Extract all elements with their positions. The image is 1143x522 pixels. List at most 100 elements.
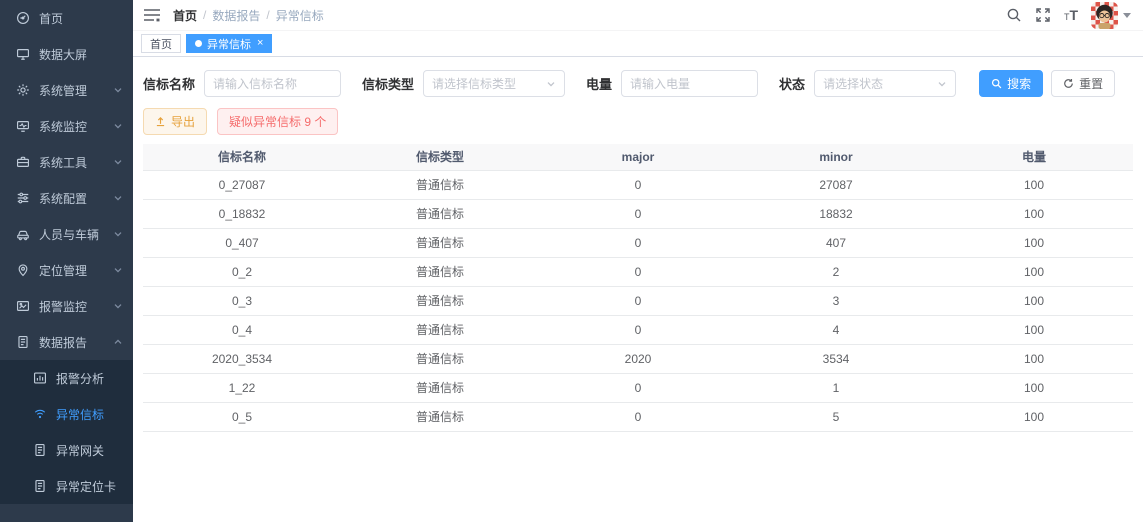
filter-label-battery: 电量: [586, 74, 612, 93]
table-cell: 0_4: [143, 315, 341, 344]
table-cell: 3534: [737, 344, 935, 373]
gear-icon: [15, 83, 30, 98]
sidebar-item-system-management[interactable]: 系统管理: [0, 72, 133, 108]
tab-close-icon[interactable]: ×: [257, 38, 263, 49]
select-placeholder: 请选择状态: [823, 75, 883, 92]
table-header-row: 信标名称信标类型majorminor电量: [143, 144, 1133, 170]
status-select[interactable]: 请选择状态: [814, 70, 956, 97]
sidebar-item-label: 报警监控: [39, 298, 113, 315]
monitor-icon: [15, 119, 30, 134]
column-header: 信标名称: [143, 144, 341, 170]
sidebar-item-abnormal-beacon[interactable]: 异常信标: [0, 396, 133, 432]
table-cell: 100: [935, 402, 1133, 431]
table-row[interactable]: 2020_3534普通信标20203534100: [143, 344, 1133, 373]
table-row[interactable]: 0_2普通信标02100: [143, 257, 1133, 286]
breadcrumb-separator: /: [203, 8, 206, 22]
font-size-icon[interactable]: TT: [1064, 8, 1078, 22]
chevron-down-icon: [546, 79, 556, 89]
chevron-down-icon: [113, 193, 123, 203]
location-icon: [15, 263, 30, 278]
table-row[interactable]: 0_5普通信标05100: [143, 402, 1133, 431]
chevron-down-icon: [113, 121, 123, 131]
action-row: 导出 疑似异常信标 9 个: [133, 108, 1143, 144]
select-placeholder: 请选择信标类型: [432, 75, 516, 92]
user-dropdown[interactable]: [1091, 2, 1131, 29]
reset-button[interactable]: 重置: [1051, 70, 1115, 97]
table-cell: 1: [737, 373, 935, 402]
sidebar-item-system-config[interactable]: 系统配置: [0, 180, 133, 216]
table-cell: 0_2: [143, 257, 341, 286]
sidebar-item-abnormal-gateway[interactable]: 异常网关: [0, 432, 133, 468]
sidebar-item-abnormal-location-card[interactable]: 异常定位卡: [0, 468, 133, 504]
sidebar-item-system-tools[interactable]: 系统工具: [0, 144, 133, 180]
beacon-name-input[interactable]: [204, 70, 341, 97]
export-button[interactable]: 导出: [143, 108, 207, 135]
sidebar-item-home[interactable]: 首页: [0, 0, 133, 36]
sidebar-item-label: 系统配置: [39, 190, 113, 207]
table-row[interactable]: 0_407普通信标0407100: [143, 228, 1133, 257]
sidebar-item-system-monitoring[interactable]: 系统监控: [0, 108, 133, 144]
table-row[interactable]: 1_22普通信标01100: [143, 373, 1133, 402]
sidebar-item-label: 定位管理: [39, 262, 113, 279]
column-header: 信标类型: [341, 144, 539, 170]
table-cell: 0: [539, 402, 737, 431]
table-cell: 5: [737, 402, 935, 431]
sidebar-submenu: 报警分析异常信标异常网关异常定位卡: [0, 360, 133, 504]
sidebar-item-alarm-monitoring[interactable]: 报警监控: [0, 288, 133, 324]
table-cell: 0: [539, 199, 737, 228]
dashboard-icon: [15, 11, 30, 26]
table-cell: 100: [935, 286, 1133, 315]
search-icon[interactable]: [1006, 7, 1022, 23]
column-header: minor: [737, 144, 935, 170]
beacon-type-select[interactable]: 请选择信标类型: [423, 70, 565, 97]
table-cell: 普通信标: [341, 199, 539, 228]
screen-icon: [15, 47, 30, 62]
breadcrumb-data-reports[interactable]: 数据报告: [212, 7, 260, 24]
table-row[interactable]: 0_27087普通信标027087100: [143, 170, 1133, 199]
table-cell: 100: [935, 373, 1133, 402]
table-cell: 普通信标: [341, 402, 539, 431]
top-navbar: 首页 / 数据报告 / 异常信标 TT: [133, 0, 1143, 30]
main-area: 首页 / 数据报告 / 异常信标 TT: [133, 0, 1143, 522]
sidebar-fold-icon[interactable]: [143, 8, 161, 22]
sidebar-item-personnel-vehicles[interactable]: 人员与车辆: [0, 216, 133, 252]
table-cell: 100: [935, 228, 1133, 257]
table-cell: 0_27087: [143, 170, 341, 199]
navbar-actions: TT: [1006, 2, 1131, 29]
table-cell: 普通信标: [341, 170, 539, 199]
table-cell: 100: [935, 170, 1133, 199]
table-row[interactable]: 0_18832普通信标018832100: [143, 199, 1133, 228]
sidebar-item-data-reports[interactable]: 数据报告: [0, 324, 133, 360]
breadcrumb-home[interactable]: 首页: [173, 7, 197, 24]
table-cell: 0_18832: [143, 199, 341, 228]
table-cell: 4: [737, 315, 935, 344]
config-icon: [15, 191, 30, 206]
sidebar-item-label: 系统管理: [39, 82, 113, 99]
table-cell: 2020: [539, 344, 737, 373]
tab-abnormal-beacon[interactable]: 异常信标 ×: [186, 34, 272, 53]
sidebar-item-data-screen[interactable]: 数据大屏: [0, 36, 133, 72]
tags-view-bar: 首页 异常信标 ×: [133, 30, 1143, 57]
suspected-abnormal-beacon-badge[interactable]: 疑似异常信标 9 个: [217, 108, 338, 135]
table-cell: 407: [737, 228, 935, 257]
filter-group-battery: 电量: [586, 70, 758, 97]
fullscreen-icon[interactable]: [1035, 7, 1051, 23]
sidebar-item-alarm-analysis[interactable]: 报警分析: [0, 360, 133, 396]
table-cell: 普通信标: [341, 373, 539, 402]
search-button[interactable]: 搜索: [979, 70, 1043, 97]
sidebar-item-label: 数据大屏: [39, 46, 123, 63]
sidebar-item-label: 系统监控: [39, 118, 113, 135]
tab-home[interactable]: 首页: [141, 34, 181, 53]
table-cell: 0_5: [143, 402, 341, 431]
sidebar-item-label: 首页: [39, 10, 123, 27]
table-row[interactable]: 0_4普通信标04100: [143, 315, 1133, 344]
sidebar-item-label: 异常定位卡: [56, 478, 123, 495]
sidebar-item-location-management[interactable]: 定位管理: [0, 252, 133, 288]
battery-input[interactable]: [621, 70, 758, 97]
table-cell: 27087: [737, 170, 935, 199]
table-cell: 普通信标: [341, 228, 539, 257]
sidebar-item-label: 报警分析: [56, 370, 123, 387]
beacon-icon: [32, 407, 47, 422]
sidebar-item-label: 异常网关: [56, 442, 123, 459]
table-row[interactable]: 0_3普通信标03100: [143, 286, 1133, 315]
